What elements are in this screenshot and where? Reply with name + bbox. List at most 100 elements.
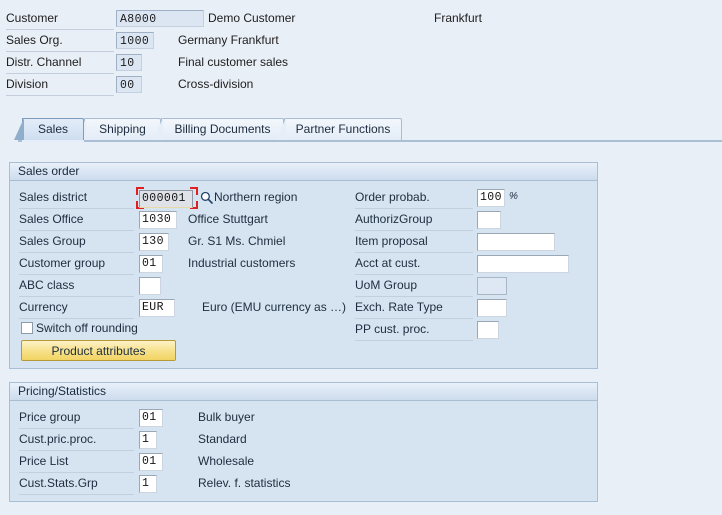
sales-org-field[interactable]: 1000 bbox=[116, 32, 154, 49]
authoriz-group-label: AuthorizGroup bbox=[355, 212, 433, 226]
pp-cust-proc-field[interactable] bbox=[477, 321, 499, 339]
distr-channel-field[interactable]: 10 bbox=[116, 54, 142, 71]
field-row-acct-at-cust: Acct at cust. bbox=[355, 253, 595, 275]
order-probability-field[interactable]: 100 bbox=[477, 189, 505, 207]
field-row-price-group: Price group 01 Bulk buyer bbox=[19, 407, 419, 429]
customer-group-label: Customer group bbox=[19, 256, 106, 270]
header-row-division: Division 00 Cross-division bbox=[0, 74, 722, 96]
sales-district-label: Sales district bbox=[19, 190, 88, 204]
sales-org-label: Sales Org. bbox=[6, 33, 63, 47]
sales-group-description: Gr. S1 Ms. Chmiel bbox=[188, 234, 286, 248]
customer-label: Customer bbox=[6, 11, 59, 25]
cust-pric-proc-description: Standard bbox=[198, 432, 247, 446]
price-group-description: Bulk buyer bbox=[198, 410, 255, 424]
tab-partner-functions-label: Partner Functions bbox=[295, 122, 391, 136]
sales-order-groupbox-title: Sales order bbox=[10, 163, 597, 181]
product-attributes-button[interactable]: Product attributes bbox=[21, 340, 176, 361]
field-row-sales-district: Sales district 000001 Northern region bbox=[19, 187, 349, 209]
tab-sales-label: Sales bbox=[37, 122, 69, 136]
field-row-sales-office: Sales Office 1030 Office Stuttgart bbox=[19, 209, 349, 231]
pp-cust-proc-label: PP cust. proc. bbox=[355, 322, 430, 336]
cust-stats-grp-label: Cust.Stats.Grp bbox=[19, 476, 98, 490]
abc-class-field[interactable] bbox=[139, 277, 161, 295]
currency-label: Currency bbox=[19, 300, 68, 314]
tab-shipping[interactable]: Shipping bbox=[76, 118, 161, 140]
field-row-uom-group: UoM Group bbox=[355, 275, 595, 297]
label-rule bbox=[19, 494, 134, 495]
header-row-distr-channel: Distr. Channel 10 Final customer sales bbox=[0, 52, 722, 74]
price-list-label: Price List bbox=[19, 454, 69, 468]
customer-group-field[interactable]: 01 bbox=[139, 255, 163, 273]
label-rule bbox=[6, 95, 114, 96]
active-tab-joint bbox=[22, 140, 84, 142]
header-row-sales-org: Sales Org. 1000 Germany Frankfurt bbox=[0, 30, 722, 52]
acct-at-cust-label: Acct at cust. bbox=[355, 256, 421, 270]
header-row-customer: Customer A8000 Demo Customer Frankfurt bbox=[0, 8, 722, 30]
field-row-exch-rate-type: Exch. Rate Type bbox=[355, 297, 595, 319]
price-list-description: Wholesale bbox=[198, 454, 255, 468]
sales-order-groupbox: Sales order Sales district 000001 Northe… bbox=[9, 162, 598, 369]
price-list-field[interactable]: 01 bbox=[139, 453, 163, 471]
currency-field[interactable]: EUR bbox=[139, 299, 175, 317]
field-row-order-probability: Order probab. 100 % bbox=[355, 187, 595, 209]
exch-rate-type-field[interactable] bbox=[477, 299, 507, 317]
customer-city: Frankfurt bbox=[434, 11, 483, 25]
distr-channel-description: Final customer sales bbox=[178, 55, 289, 69]
field-row-sales-group: Sales Group 130 Gr. S1 Ms. Chmiel bbox=[19, 231, 349, 253]
pricing-statistics-groupbox-title: Pricing/Statistics bbox=[10, 383, 597, 401]
exch-rate-type-label: Exch. Rate Type bbox=[355, 300, 443, 314]
order-probability-label: Order probab. bbox=[355, 190, 430, 204]
cust-stats-grp-description: Relev. f. statistics bbox=[198, 476, 291, 490]
price-group-label: Price group bbox=[19, 410, 81, 424]
sales-district-description: Northern region bbox=[214, 190, 298, 204]
field-row-cust-pric-proc: Cust.pric.proc. 1 Standard bbox=[19, 429, 419, 451]
sales-office-description: Office Stuttgart bbox=[188, 212, 268, 226]
sales-office-label: Sales Office bbox=[19, 212, 84, 226]
percent-symbol: % bbox=[509, 191, 518, 202]
tabstrip: Sales Shipping Billing Documents Partner… bbox=[0, 118, 722, 142]
product-attributes-button-label: Product attributes bbox=[51, 344, 146, 358]
uom-group-label: UoM Group bbox=[355, 278, 418, 292]
sales-office-field[interactable]: 1030 bbox=[139, 211, 177, 229]
price-group-field[interactable]: 01 bbox=[139, 409, 163, 427]
sales-org-description: Germany Frankfurt bbox=[178, 33, 279, 47]
tabstrip-rule bbox=[18, 140, 722, 142]
switch-off-rounding-checkbox[interactable] bbox=[21, 322, 33, 334]
field-row-cust-stats-grp: Cust.Stats.Grp 1 Relev. f. statistics bbox=[19, 473, 419, 495]
field-row-pp-cust-proc: PP cust. proc. bbox=[355, 319, 595, 341]
division-field[interactable]: 00 bbox=[116, 76, 142, 93]
tab-sales[interactable]: Sales bbox=[14, 118, 84, 140]
sales-group-field[interactable]: 130 bbox=[139, 233, 169, 251]
cust-pric-proc-label: Cust.pric.proc. bbox=[19, 432, 97, 446]
field-row-currency: Currency EUR Euro (EMU currency as …) bbox=[19, 297, 349, 319]
switch-off-rounding-label: Switch off rounding bbox=[36, 321, 138, 335]
tab-shipping-label: Shipping bbox=[99, 122, 146, 136]
customer-header: Customer A8000 Demo Customer Frankfurt S… bbox=[0, 0, 722, 112]
division-label: Division bbox=[6, 77, 49, 91]
tab-billing-documents[interactable]: Billing Documents bbox=[153, 118, 284, 140]
item-proposal-label: Item proposal bbox=[355, 234, 428, 248]
field-row-customer-group: Customer group 01 Industrial customers bbox=[19, 253, 349, 275]
acct-at-cust-field[interactable] bbox=[477, 255, 569, 273]
distr-channel-label: Distr. Channel bbox=[6, 55, 82, 69]
sales-group-label: Sales Group bbox=[19, 234, 86, 248]
cust-stats-grp-field[interactable]: 1 bbox=[139, 475, 157, 493]
field-row-price-list: Price List 01 Wholesale bbox=[19, 451, 419, 473]
currency-description: Euro (EMU currency as …) bbox=[202, 300, 347, 314]
item-proposal-field[interactable] bbox=[477, 233, 555, 251]
field-row-item-proposal: Item proposal bbox=[355, 231, 595, 253]
switch-off-rounding-row[interactable]: Switch off rounding bbox=[21, 319, 221, 339]
authoriz-group-field[interactable] bbox=[477, 211, 501, 229]
search-icon[interactable] bbox=[198, 189, 214, 207]
field-row-authoriz-group: AuthorizGroup bbox=[355, 209, 595, 231]
customer-field[interactable]: A8000 bbox=[116, 10, 204, 27]
sales-district-field[interactable]: 000001 bbox=[139, 190, 193, 208]
division-description: Cross-division bbox=[178, 77, 254, 91]
pricing-statistics-groupbox: Pricing/Statistics Price group 01 Bulk b… bbox=[9, 382, 598, 502]
tab-partner-functions[interactable]: Partner Functions bbox=[276, 118, 402, 140]
uom-group-field bbox=[477, 277, 507, 295]
cust-pric-proc-field[interactable]: 1 bbox=[139, 431, 157, 449]
customer-group-description: Industrial customers bbox=[188, 256, 296, 270]
label-rule bbox=[355, 340, 473, 341]
abc-class-label: ABC class bbox=[19, 278, 75, 292]
